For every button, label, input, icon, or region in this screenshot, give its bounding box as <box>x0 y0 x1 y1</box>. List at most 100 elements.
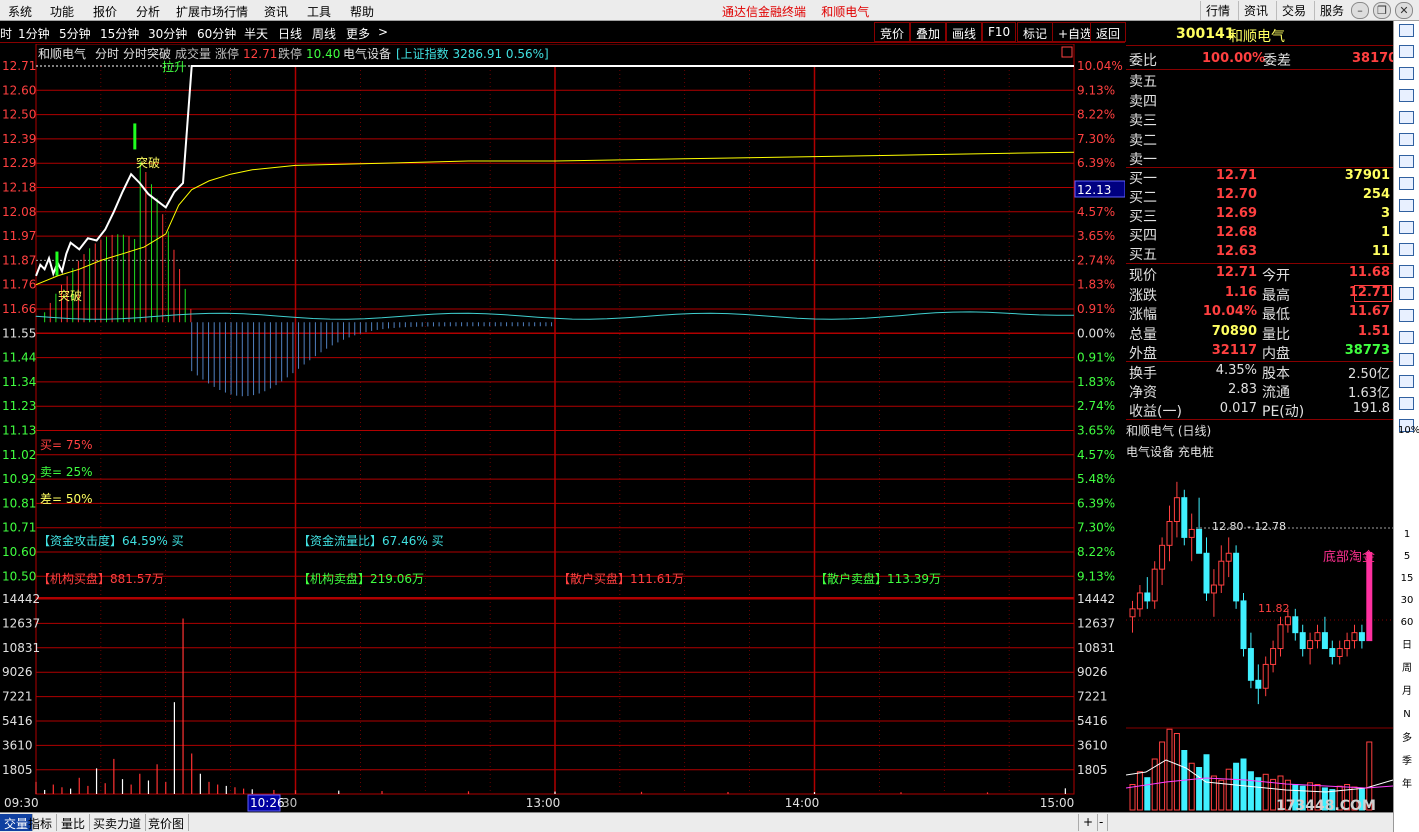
minimize-icon[interactable]: – <box>1351 2 1369 19</box>
candle-body <box>1196 528 1203 554</box>
period-shortcut-0[interactable]: 10% <box>1398 423 1419 439</box>
chart-settings-icon[interactable] <box>1061 46 1073 58</box>
limit-up-label: 涨停 <box>215 46 239 61</box>
candle-body <box>1188 528 1195 538</box>
period-5min[interactable]: 5分钟 <box>59 25 91 42</box>
auction-button[interactable]: 竞价 <box>874 22 911 42</box>
toolbar-tool-icon[interactable] <box>1399 133 1414 146</box>
row-label: 买四 <box>1129 228 1157 244</box>
back-button[interactable]: 返回 <box>1090 22 1127 42</box>
daily-tags: 电气设备 充电桩 <box>1126 444 1214 459</box>
toolbar-tool-icon[interactable] <box>1399 111 1414 124</box>
restore-icon[interactable]: ❐ <box>1373 2 1391 19</box>
tab-service[interactable]: 服务 <box>1314 1 1349 20</box>
pct-tick-label: 8.22% <box>1077 545 1115 559</box>
f10-button[interactable]: F10 <box>982 22 1017 42</box>
toolbar-tool-icon[interactable] <box>1399 89 1414 102</box>
tab-auction-chart[interactable]: 竞价图 <box>144 814 190 831</box>
institution-buy: 【机构买盘】881.57万 <box>38 571 164 586</box>
period-30min[interactable]: 30分钟 <box>148 25 187 42</box>
menu-analysis[interactable]: 分析 <box>136 3 160 20</box>
menu-info[interactable]: 资讯 <box>264 3 288 20</box>
toolbar-tool-icon[interactable] <box>1399 397 1414 410</box>
toolbar-tool-icon[interactable] <box>1399 287 1414 300</box>
toolbar-tool-icon[interactable] <box>1399 309 1414 322</box>
menu-help[interactable]: 帮助 <box>350 3 374 20</box>
period-halfday[interactable]: 半天 <box>244 25 268 42</box>
sell-ratio: 卖= 25% <box>40 465 93 479</box>
draw-line-button[interactable]: 画线 <box>946 22 983 42</box>
candle-body <box>1284 616 1291 626</box>
period-shortcut-12[interactable]: 年 <box>1398 777 1416 793</box>
close-icon[interactable]: ✕ <box>1395 2 1413 19</box>
pct-tick-label: 3.65% <box>1077 424 1115 438</box>
period-shortcut-11[interactable]: 季 <box>1398 754 1416 770</box>
candle-body <box>1299 632 1306 650</box>
period-shortcut-1[interactable]: 1 <box>1398 527 1416 543</box>
toolbar-tool-icon[interactable] <box>1399 265 1414 278</box>
period-shortcut-10[interactable]: 多 <box>1398 731 1416 747</box>
period-15min[interactable]: 15分钟 <box>100 25 139 42</box>
institution-sell: 【机构卖盘】219.06万 <box>298 571 424 586</box>
toolbar-tool-icon[interactable] <box>1399 331 1414 344</box>
toolbar-tool-icon[interactable] <box>1399 243 1414 256</box>
period-1min[interactable]: 1分钟 <box>18 25 50 42</box>
volume-tick-label: 10831 <box>2 641 40 655</box>
period-tick[interactable]: 时 <box>0 25 12 42</box>
menu-quote[interactable]: 报价 <box>93 3 117 20</box>
period-shortcut-4[interactable]: 30 <box>1398 593 1416 609</box>
stat-value: 11.68 <box>1348 265 1390 280</box>
tab-news[interactable]: 资讯 <box>1238 1 1273 20</box>
period-daily[interactable]: 日线 <box>278 25 302 42</box>
candle-body <box>1336 648 1343 657</box>
toolbar-tool-icon[interactable] <box>1399 199 1414 212</box>
period-weekly[interactable]: 周线 <box>312 25 336 42</box>
toolbar-tool-icon[interactable] <box>1399 45 1414 58</box>
stat-label: PE(动) <box>1262 404 1305 420</box>
tab-volume-ratio[interactable]: 量比 <box>57 814 91 831</box>
daily-volume-bar <box>1270 778 1277 811</box>
menu-function[interactable]: 功能 <box>50 3 74 20</box>
menu-system[interactable]: 系统 <box>8 3 32 20</box>
overlay-button[interactable]: 叠加 <box>910 22 947 42</box>
period-60min[interactable]: 60分钟 <box>197 25 236 42</box>
period-shortcut-9[interactable]: N <box>1398 707 1416 723</box>
daily-volume-bar <box>1144 777 1151 811</box>
high-highlight-box <box>1354 285 1392 302</box>
volume-tick-label-right: 5416 <box>1077 714 1108 728</box>
tab-trade[interactable]: 交易 <box>1276 1 1311 20</box>
toolbar-tool-icon[interactable] <box>1399 375 1414 388</box>
period-shortcut-6[interactable]: 日 <box>1398 638 1416 654</box>
chart-mode-intraday[interactable]: 分时 <box>95 47 119 61</box>
intraday-chart[interactable]: 12.71 10.04% 12.60 9.13% 12.50 8.22% 12.39 7.30… <box>0 44 1125 812</box>
tab-buy-sell-force[interactable]: 买卖力道 <box>89 814 147 831</box>
zoom-out-button[interactable]: - <box>1095 814 1109 831</box>
toolbar-tool-icon[interactable] <box>1399 353 1414 366</box>
stat-label: 涨幅 <box>1129 307 1157 323</box>
stock-code: 300141 <box>1176 26 1235 42</box>
toolbar-tool-icon[interactable] <box>1399 67 1414 80</box>
mark-button[interactable]: 标记 <box>1017 22 1054 42</box>
toolbar-tool-icon[interactable] <box>1399 24 1414 37</box>
toolbar-tool-icon[interactable] <box>1399 221 1414 234</box>
period-shortcut-8[interactable]: 月 <box>1398 684 1416 700</box>
period-shortcut-7[interactable]: 周 <box>1398 661 1416 677</box>
pct-tick-label: 1.83% <box>1077 375 1115 389</box>
period-more[interactable]: 更多 <box>346 25 370 42</box>
toolbar-tool-icon[interactable] <box>1399 177 1414 190</box>
tab-market[interactable]: 行情 <box>1200 1 1235 20</box>
period-shortcut-2[interactable]: 5 <box>1398 549 1416 565</box>
daily-kline-chart[interactable]: 和顺电气 (日线) 电气设备 充电桩 12.80 - 12.78 11.82 底… <box>1126 420 1393 812</box>
tab-indicator[interactable]: 指标 <box>24 814 58 831</box>
daily-volume-bar <box>1159 741 1166 811</box>
period-shortcut-5[interactable]: 60 <box>1398 615 1416 631</box>
candle-body <box>1144 592 1151 602</box>
period-toolbar: 时 1分钟 5分钟 15分钟 30分钟 60分钟 半天 日线 周线 更多 > 竞… <box>0 21 1127 43</box>
candle-body <box>1307 640 1314 650</box>
toolbar-tool-icon[interactable] <box>1399 155 1414 168</box>
chevron-right-icon[interactable]: > <box>378 25 388 39</box>
period-shortcut-3[interactable]: 15 <box>1398 571 1416 587</box>
menu-tools[interactable]: 工具 <box>307 3 331 20</box>
chart-mode-breakout[interactable]: 分时突破 <box>123 46 171 61</box>
menu-extended-market[interactable]: 扩展市场行情 <box>176 3 248 20</box>
